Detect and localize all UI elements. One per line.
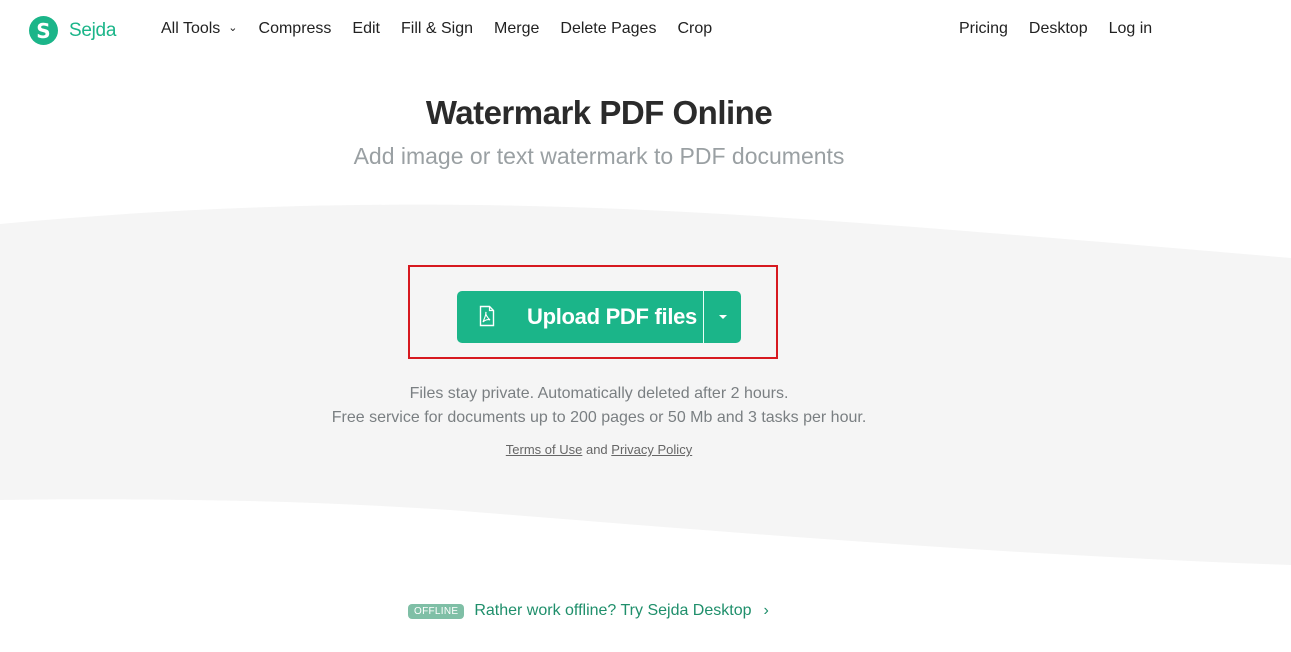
privacy-link[interactable]: Privacy Policy xyxy=(611,442,692,457)
limits-note: Free service for documents up to 200 pag… xyxy=(331,409,867,426)
nav-delete-pages[interactable]: Delete Pages xyxy=(560,20,656,38)
page-title: Watermark PDF Online xyxy=(425,94,773,131)
main-nav: All Tools ⌄ Compress Edit Fill & Sign Mer… xyxy=(161,20,733,38)
brand-name: Sejda xyxy=(69,19,117,41)
legal-links: Terms of Use and Privacy Policy xyxy=(0,442,1198,457)
offline-promo[interactable]: OFFLINE Rather work offline? Try Sejda D… xyxy=(398,596,802,626)
page-subtitle: Add image or text watermark to PDF docum… xyxy=(353,143,845,169)
nav-desktop[interactable]: Desktop xyxy=(1029,20,1088,38)
logo-icon: S xyxy=(29,16,58,45)
nav-crop[interactable]: Crop xyxy=(677,20,712,38)
terms-link[interactable]: Terms of Use xyxy=(506,442,583,457)
top-nav: S Sejda All Tools ⌄ Compress Edit Fill & … xyxy=(0,0,1291,60)
chevron-right-icon: › xyxy=(763,602,769,619)
nav-all-tools-label: All Tools xyxy=(161,20,221,37)
highlight-box xyxy=(408,265,778,359)
chevron-down-icon: ⌄ xyxy=(228,22,238,34)
offline-promo-text: Rather work offline? Try Sejda Desktop xyxy=(474,602,752,619)
nav-fill-sign[interactable]: Fill & Sign xyxy=(401,20,473,38)
nav-edit[interactable]: Edit xyxy=(352,20,380,38)
nav-login[interactable]: Log in xyxy=(1109,20,1153,38)
sejda-logo[interactable]: S Sejda xyxy=(29,16,116,45)
nav-pricing[interactable]: Pricing xyxy=(959,20,1008,38)
privacy-note: Files stay private. Automatically delete… xyxy=(409,385,789,402)
nav-compress[interactable]: Compress xyxy=(259,20,332,38)
legal-and: and xyxy=(582,442,612,457)
nav-all-tools[interactable]: All Tools ⌄ xyxy=(161,20,238,38)
nav-merge[interactable]: Merge xyxy=(494,20,539,38)
offline-badge: OFFLINE xyxy=(408,603,465,619)
secondary-nav: Pricing Desktop Log in xyxy=(959,20,1173,38)
